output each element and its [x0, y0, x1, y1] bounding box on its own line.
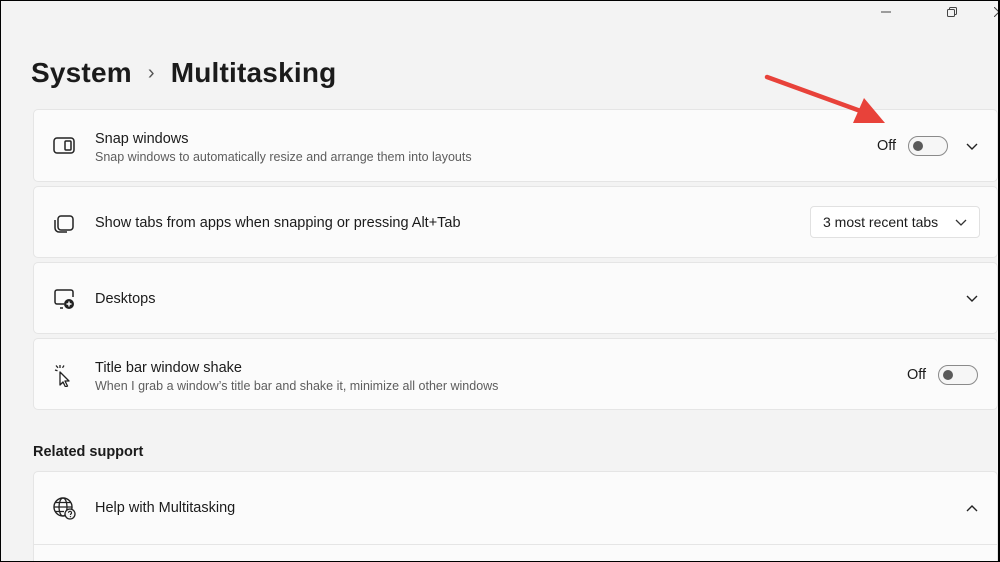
breadcrumb-separator: › — [147, 61, 155, 84]
snap-windows-state-label: Off — [877, 138, 897, 154]
title-bar-shake-state-label: Off — [907, 367, 927, 383]
title-bar-shake-toggle[interactable] — [938, 365, 979, 385]
minimize-button[interactable] — [863, 1, 909, 23]
show-tabs-card: Show tabs from apps when snapping or pre… — [33, 186, 998, 258]
settings-window: System › Multitasking Snap windows Snap … — [1, 1, 998, 561]
minimize-icon — [881, 11, 891, 13]
tabs-icon — [54, 215, 74, 233]
help-multitasking-content — [33, 544, 998, 561]
page-title: Multitasking — [170, 57, 337, 88]
related-support-heading: Related support — [33, 444, 144, 460]
breadcrumb: System › Multitasking — [31, 53, 336, 93]
chevron-down-icon — [955, 219, 967, 226]
help-multitasking-card[interactable]: Help with Multitasking — [33, 471, 998, 545]
snap-windows-title: Snap windows — [95, 131, 189, 147]
snap-windows-expand-button[interactable] — [964, 139, 980, 155]
help-multitasking-title: Help with Multitasking — [95, 500, 236, 516]
toggle-knob — [913, 141, 924, 151]
restore-icon — [947, 7, 957, 17]
show-tabs-dropdown[interactable]: 3 most recent tabs — [810, 206, 980, 238]
desktops-expand-button[interactable] — [964, 291, 980, 307]
title-bar-shake-description: When I grab a window’s title bar and sha… — [95, 379, 499, 393]
toggle-knob — [943, 370, 954, 380]
title-bar-shake-card: Title bar window shake When I grab a win… — [33, 338, 998, 410]
snap-windows-toggle[interactable] — [908, 136, 949, 156]
snap-layout-icon — [53, 137, 75, 154]
restore-button[interactable] — [929, 1, 975, 23]
snap-windows-description: Snap windows to automatically resize and… — [95, 150, 472, 164]
close-icon — [994, 7, 998, 17]
chevron-up-icon — [966, 505, 978, 512]
desktops-card[interactable]: Desktops — [33, 262, 998, 334]
show-tabs-title: Show tabs from apps when snapping or pre… — [95, 215, 461, 231]
desktop-add-icon — [54, 289, 74, 309]
snap-windows-toggle-group: Off — [877, 136, 949, 156]
close-button[interactable] — [976, 1, 998, 23]
annotation-arrow-icon — [764, 74, 885, 123]
breadcrumb-parent[interactable]: System — [31, 57, 132, 89]
chevron-down-icon — [966, 295, 978, 302]
cursor-shake-icon — [54, 365, 70, 387]
chevron-down-icon — [966, 143, 978, 150]
title-bar-shake-title: Title bar window shake — [95, 360, 242, 376]
title-bar-shake-toggle-group: Off — [907, 365, 979, 385]
desktops-title: Desktops — [95, 291, 156, 307]
show-tabs-selected-option: 3 most recent tabs — [823, 214, 939, 230]
globe-help-icon — [53, 497, 76, 520]
help-multitasking-collapse-button[interactable] — [964, 500, 980, 516]
